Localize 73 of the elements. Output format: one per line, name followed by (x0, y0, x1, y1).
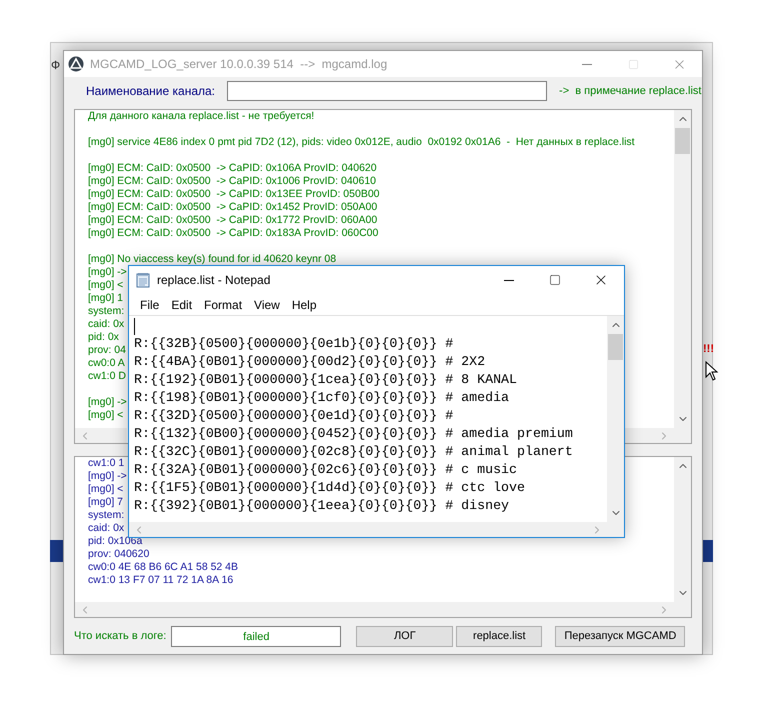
text-caret (134, 318, 135, 335)
channel-label: Наименование канала: (86, 83, 216, 100)
log-line: [mg0] -> (88, 470, 127, 483)
log-line: cw0:0 4E 68 B6 6C A1 58 52 4B (88, 561, 238, 574)
log-line: caid: 0x (88, 318, 124, 331)
log-line: [mg0] 7 (88, 496, 124, 509)
log-line: cw1:0 D (88, 370, 126, 383)
text-line: R:{{392}{0B01}{000000}{1eea}{0}{0}{0}} # disney (134, 497, 510, 515)
action-button[interactable]: ЛОГ (356, 626, 454, 647)
app-logo-icon (68, 56, 84, 72)
log-line: [mg0] service 4E86 index 0 pmt pid 7D2 (12), pids: video 0x012E, audio 0x0192 0x01A6 - Нет данных в replace.list (88, 136, 635, 149)
log-line: [mg0] ECM: CaID: 0x0500 -> CaPID: 0x106A ProvID: 040620 (88, 162, 377, 175)
log-line: [mg0] 1 (88, 292, 124, 305)
text-line: R:{{1F5}{0B01}{000000}{1d4d}{0}{0}{0}} # ctc love (134, 479, 525, 497)
text-line: R:{{32B}{0500}{000000}{0e1b}{0}{0}{0}} # (134, 335, 454, 353)
vertical-scrollbar[interactable] (674, 457, 691, 602)
vertical-scrollbar[interactable] (674, 110, 691, 428)
horizontal-scrollbar[interactable] (129, 522, 607, 537)
text-line: R:{{198}{0B01}{000000}{1cf0}{0}{0}{0}} # amedia (134, 389, 510, 407)
menu-item[interactable]: File (134, 296, 166, 314)
log-line: Для данного канала replace.list - не требуется! (88, 110, 314, 123)
background-text: !!! (703, 343, 714, 355)
cursor-icon (705, 361, 719, 381)
log-line: [mg0] < (88, 409, 124, 422)
log-line: [mg0] ECM: CaID: 0x0500 -> CaPID: 0x1452 ProvID: 050A00 (88, 201, 378, 214)
log-line: cw1:0 13 F7 07 11 72 1A 8A 16 (88, 574, 234, 587)
channel-input[interactable] (227, 81, 548, 101)
action-button[interactable]: Перезапуск MGCAMD (555, 626, 686, 647)
log-line: prov: 04 (88, 344, 126, 357)
search-label: Что искать в логе: (74, 629, 166, 644)
background-bar (50, 540, 63, 562)
log-line: [mg0] -> (88, 266, 127, 279)
window-title: MGCAMD_LOG_server 10.0.0.39 514 --> mgcamd.log (90, 56, 388, 73)
log-line: [mg0] ECM: CaID: 0x0500 -> CaPID: 0x183A ProvID: 060C00 (88, 227, 378, 240)
menu-item[interactable]: View (248, 296, 286, 314)
menu-item[interactable]: Edit (165, 296, 198, 314)
log-line: [mg0] -> (88, 396, 127, 409)
scroll-thumb[interactable] (608, 334, 623, 360)
notepad-icon (136, 272, 150, 288)
background-text: Ф (51, 58, 60, 72)
menu-item[interactable]: Format (198, 296, 248, 314)
scroll-thumb[interactable] (675, 128, 690, 154)
log-line: system: (88, 509, 124, 522)
text-line: R:{{32C}{0B01}{000000}{02c8}{0}{0}{0}} # animal planert (134, 443, 573, 461)
log-line: system: (88, 305, 124, 318)
search-input[interactable]: failed (171, 626, 342, 647)
maximize-icon (628, 58, 638, 70)
text-line: R:{{32A}{0B01}{000000}{02c6}{0}{0}{0}} # c music (134, 461, 518, 479)
log-line: prov: 040620 (88, 548, 150, 561)
log-line: [mg0] ECM: CaID: 0x0500 -> CaPID: 0x13EE ProvID: 050B00 (88, 188, 380, 201)
log-line: [mg0] ECM: CaID: 0x0500 -> CaPID: 0x1772 ProvID: 060A00 (88, 214, 378, 227)
log-line: pid: 0x (88, 331, 119, 344)
text-line: R:{{192}{0B01}{000000}{1cea}{0}{0}{0}} # 8 KANAL (134, 371, 518, 389)
log-line: [mg0] ECM: CaID: 0x0500 -> CaPID: 0x1006 ProvID: 040610 (88, 175, 376, 188)
background-bar (703, 540, 713, 562)
log-line: cw1:0 1 (88, 457, 124, 470)
log-line: [mg0] No viaccess key(s) found for id 40620 keynr 08 (88, 253, 336, 266)
log-line: [mg0] < (88, 279, 124, 292)
text-line: R:{{132}{0B00}{000000}{0452}{0}{0}{0}} # amedia premium (134, 425, 573, 443)
text-line: R:{{4BA}{0B01}{000000}{00d2}{0}{0}{0}} # 2X2 (134, 353, 486, 371)
log-line: [mg0] < (88, 483, 124, 496)
log-line: caid: 0x (88, 522, 124, 535)
menu-item[interactable]: Help (286, 296, 323, 314)
vertical-scrollbar[interactable] (607, 316, 624, 522)
notepad-title: replace.list - Notepad (157, 272, 270, 289)
channel-note: -> в примечание replace.list (559, 84, 702, 99)
horizontal-scrollbar[interactable] (75, 602, 674, 617)
action-button[interactable]: replace.list (456, 626, 542, 647)
horizontal-scrollbar[interactable] (622, 428, 674, 443)
text-line: R:{{32D}{0500}{000000}{0e1d}{0}{0}{0}} # (134, 407, 454, 425)
maximize-icon (549, 274, 561, 286)
log-line: cw0:0 A (88, 357, 125, 370)
horizontal-scrollbar[interactable] (75, 428, 127, 443)
